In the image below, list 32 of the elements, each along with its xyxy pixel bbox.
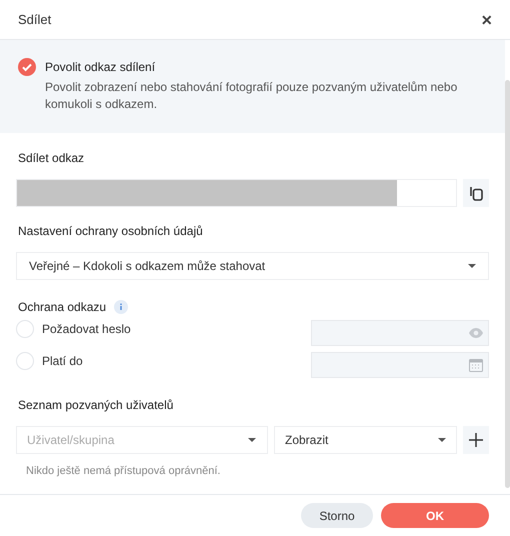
- date-field[interactable]: [311, 352, 489, 378]
- section-label: Seznam pozvaných uživatelů: [17, 397, 174, 414]
- calendar-icon[interactable]: [469, 358, 483, 372]
- dropdown-caret-icon: [438, 438, 446, 442]
- link-field[interactable]: [16, 179, 457, 207]
- scrollbar[interactable]: [505, 80, 510, 488]
- cancel-button[interactable]: Storno: [301, 503, 373, 528]
- info-icon[interactable]: [114, 300, 128, 314]
- plus-icon: [469, 433, 483, 447]
- permission-dropdown[interactable]: Zobrazit: [274, 426, 457, 454]
- section-label: Ochrana odkazu: [18, 299, 106, 316]
- empty-message: Nikdo ještě nemá přístupová oprávnění.: [25, 464, 222, 479]
- privacy-dropdown[interactable]: Veřejné – Kdokoli s odkazem může stahovat: [16, 252, 489, 280]
- add-button[interactable]: [463, 426, 489, 454]
- dropdown-caret-icon: [468, 264, 476, 268]
- section-label: Sdílet odkaz: [17, 150, 86, 167]
- password-field[interactable]: [311, 320, 489, 346]
- checked-circle-icon[interactable]: [18, 58, 36, 76]
- user-field[interactable]: Uživatel/skupina: [16, 426, 268, 454]
- dropdown-caret-icon: [248, 438, 256, 442]
- enable-link-label: Povolit odkaz sdílení: [45, 59, 156, 76]
- copy-icon: [470, 186, 482, 200]
- section-label: Nastavení ochrany osobních údajů: [17, 223, 204, 240]
- close-button[interactable]: ×: [481, 10, 492, 28]
- radio-button[interactable]: [16, 320, 34, 338]
- copy-button[interactable]: [463, 179, 489, 207]
- dialog-title: Sdílet: [18, 10, 52, 29]
- option-label: Platí do: [42, 353, 83, 370]
- option-label: Požadovat heslo: [42, 321, 131, 338]
- enable-link-description: Povolit zobrazení nebo stahování fotografií pouze pozvaným uživatelům nebo komukoli s odkazem.: [45, 79, 458, 113]
- radio-button[interactable]: [16, 352, 34, 370]
- eye-icon[interactable]: [469, 328, 483, 338]
